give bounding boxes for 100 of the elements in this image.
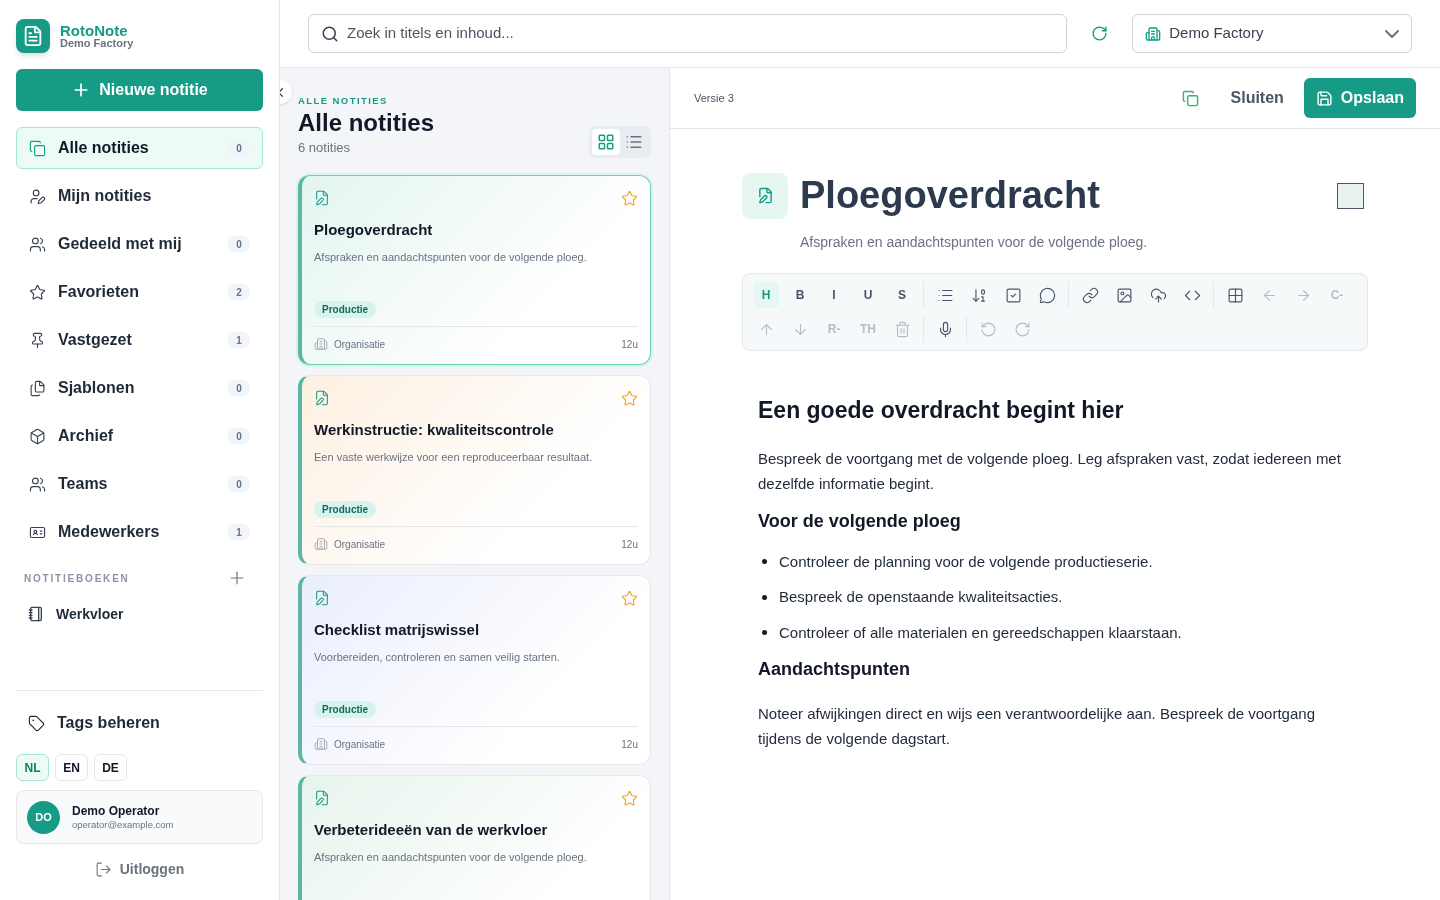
nav-count: 1 [228,524,250,540]
nav-count: 0 [228,476,250,492]
note-tag: Productie [314,500,377,518]
note-summary: Afspraken en aandachtspunten voor de volgende ploeg. [314,850,588,866]
cloud-upload-icon [1149,286,1167,304]
nav-label: Gedeeld met mij [58,234,183,254]
language-button[interactable]: DE [94,754,127,781]
grid-view-button[interactable] [592,128,620,155]
nav-item[interactable]: Archief 0 [16,415,263,457]
redo-icon [1013,320,1031,338]
logout-icon [94,861,112,878]
color-swatch[interactable] [1337,182,1364,209]
table-icon [1226,286,1244,304]
note-scope: Organisatie [334,337,387,352]
note-title: Verbeterideeën van de werkvloer [314,819,549,840]
sort-numbers-icon [970,286,988,304]
note-card[interactable]: Verbeterideeën van de werkvloer Afspraken en aandachtspunten voor de volgende ploeg. [298,774,651,900]
language-button[interactable]: NL [16,754,49,781]
building-icon [314,537,328,552]
language-button[interactable]: EN [55,754,88,781]
list-item: Bespreek de openstaande kwaliteitsacties. [779,587,1063,607]
nav-item[interactable]: Vastgezet 1 [16,319,263,361]
copy-icon[interactable] [1181,89,1199,107]
note-age: 12u [621,337,638,352]
format-button[interactable]: U [855,282,881,308]
chevron-down-icon [1385,29,1399,38]
note-edit-icon [314,389,330,406]
users-icon [29,235,46,253]
format-button[interactable]: I [821,282,847,308]
nav-item[interactable]: Favorieten 2 [16,271,263,313]
image-icon [1115,286,1133,304]
nav-item[interactable]: Gedeeld met mij 0 [16,223,263,265]
manage-tags-link[interactable]: Tags beheren [16,711,263,735]
user-name: Demo Operator [72,803,161,819]
files-icon [29,379,46,397]
nav-count: 2 [228,284,250,300]
task-list-icon [1004,286,1022,304]
note-tag: Productie [314,300,377,318]
nav-item[interactable]: Teams 0 [16,463,263,505]
bullet-icon [762,630,767,636]
note-edit-icon [314,589,330,606]
format-button[interactable]: S [889,282,915,308]
favorite-star-icon[interactable] [621,189,638,207]
building-icon [1145,25,1162,42]
list-eyebrow: ALLE NOTITIES [298,94,389,108]
nav-item[interactable]: Alle notities 0 [16,127,263,169]
note-title: Checklist matrijswissel [314,619,481,640]
nav-label: Medewerkers [58,522,161,542]
user-avatar: DO [27,800,60,834]
note-summary: Voorbereiden, controleren en samen veilig starten. [314,650,561,666]
note-age: 12u [621,737,638,752]
link-icon [1081,286,1099,304]
search-input[interactable]: Zoek in titels en inhoud... [347,22,1055,45]
speech-bubble-icon [1038,286,1056,304]
nav-label: Sjablonen [58,378,136,398]
format-button[interactable]: B [787,282,813,308]
bullet-icon [762,594,767,600]
copy-icon [29,139,46,157]
note-edit-icon [314,789,330,806]
close-button[interactable]: Sluiten [1218,78,1296,118]
note-card[interactable]: Ploegoverdracht Afspraken en aandachtspunten voor de volgende ploeg. Productie Organisatie 12u [298,174,651,365]
favorite-star-icon[interactable] [621,789,638,807]
note-summary: Afspraken en aandachtspunten voor de volgende ploeg. [314,250,588,266]
note-card[interactable]: Checklist matrijswissel Voorbereiden, controleren en samen veilig starten. Productie Organisatie 12u [298,574,651,765]
user-email: operator@example.com [72,818,174,831]
notebook-icon [28,606,44,622]
note-title: Ploegoverdracht [800,173,1101,218]
notebook-item[interactable]: Werkvloer [16,598,263,630]
nav-item[interactable]: Mijn notities [16,175,263,217]
note-icon [742,172,788,219]
content-paragraph: Noteer afwijkingen direct en wijs een verantwoordelijke aan. Bespreek de voortgang tijdens de volgende dagstart. [758,704,1316,749]
nav-count: 0 [228,380,250,396]
workspace-select[interactable]: Demo Factory [1132,14,1412,53]
note-card[interactable]: Werkinstructie: kwaliteitscontrole Een vaste werkwijze voor een reproduceerbaar resultaat. Productie Organisatie 12u [298,374,651,565]
note-scope: Organisatie [334,537,387,552]
nav-label: Vastgezet [58,330,133,350]
note-title: Ploegoverdracht [314,219,434,240]
content-subheading: Aandachtspunten [758,658,911,681]
search-field[interactable]: Zoek in titels en inhoud... [308,14,1068,53]
list-item: Controleer de planning voor de volgende productieserie. [779,551,1153,572]
list-item: Controleer of alle materialen en gereedschappen klaarstaan. [779,622,1182,643]
note-subtitle: Afspraken en aandachtspunten voor de volgende ploeg. [800,233,1149,252]
note-scope: Organisatie [334,737,387,752]
note-tag: Productie [314,700,377,718]
list-title: Alle notities [298,108,435,139]
content-subheading: Voor de volgende ploeg [758,509,962,533]
app-name: RotoNote [60,23,129,38]
favorite-star-icon[interactable] [621,389,638,407]
nav-label: Favorieten [58,282,140,302]
nav-item[interactable]: Medewerkers 1 [16,511,263,553]
note-edit-icon [314,189,330,206]
pin-icon [29,331,46,349]
bullet-icon [762,559,767,565]
logo-icon [16,19,50,53]
refresh-icon[interactable] [1091,25,1109,42]
content-paragraph: Bespreek de voortgang met de volgende ploeg. Leg afspraken vast, zodat iedereen met dezelfde informatie begint. [758,448,1342,494]
nav-item[interactable]: Sjablonen 0 [16,367,263,409]
logout-button[interactable]: Uitloggen [94,859,185,880]
favorite-star-icon[interactable] [621,589,638,607]
search-icon [321,24,339,43]
